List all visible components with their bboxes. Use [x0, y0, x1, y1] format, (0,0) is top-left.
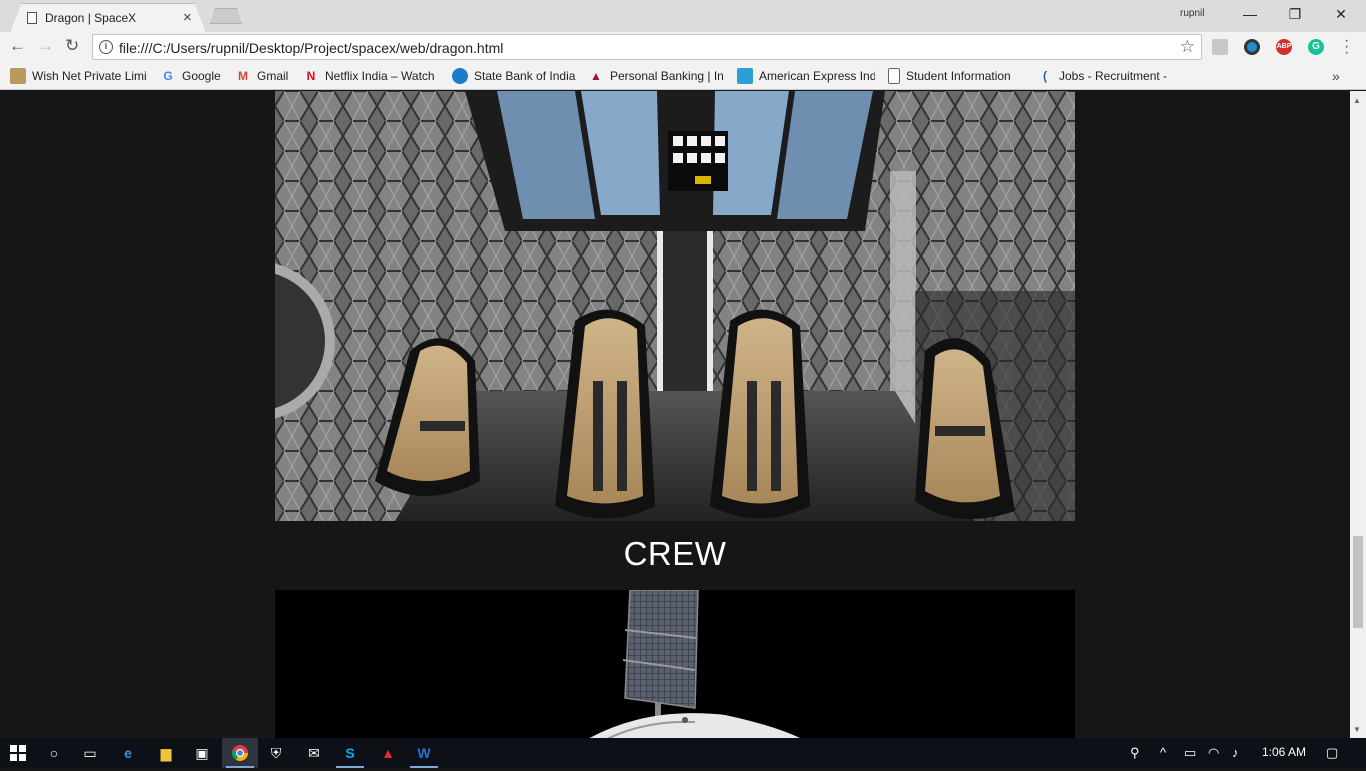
- windows-taskbar: ○ ▭ e ▆ ▣ ⛨ ✉ S ▲ W ⚲ ^ ▭ ◠ ♪ 1:06 AM ▢: [0, 738, 1366, 768]
- address-bar[interactable]: i file:///C:/Users/rupnil/Desktop/Projec…: [92, 34, 1202, 60]
- new-tab-button[interactable]: [210, 8, 242, 24]
- page-scrollbar[interactable]: ▲ ▼: [1350, 91, 1366, 738]
- chrome-menu-icon[interactable]: · · ·: [1344, 33, 1349, 61]
- tab-close-icon[interactable]: ×: [183, 9, 192, 26]
- page-icon: [27, 12, 37, 24]
- bookmark-student-info[interactable]: Student Information: [888, 68, 1026, 84]
- bookmark-google[interactable]: G Google: [160, 68, 226, 84]
- word-icon[interactable]: W: [406, 738, 442, 768]
- windows-start-icon[interactable]: [0, 738, 36, 768]
- cabin-illustration: [275, 91, 1075, 521]
- scroll-up-arrow-icon[interactable]: ▲: [1353, 96, 1361, 105]
- bookmarks-bar: Wish Net Private Limi G Google M Gmail N Ne…: [0, 62, 1366, 90]
- tab-dragon-spacex[interactable]: Dragon | SpaceX ×: [10, 3, 206, 32]
- action-center-icon[interactable]: ▢: [1326, 745, 1338, 761]
- acrobat-reader-icon[interactable]: ▲: [370, 738, 406, 768]
- wishnet-icon: [10, 68, 26, 84]
- dragon-spacecraft-image: [275, 590, 1075, 738]
- bookmark-gmail[interactable]: M Gmail: [235, 68, 293, 84]
- bookmark-wishnet[interactable]: Wish Net Private Limi: [10, 68, 148, 84]
- restore-button[interactable]: ❐: [1272, 4, 1318, 26]
- bookmark-star-icon[interactable]: ☆: [1180, 37, 1195, 57]
- chrome-taskbar-icon[interactable]: [222, 738, 258, 768]
- close-window-button[interactable]: ✕: [1318, 4, 1364, 26]
- axis-bank-icon: ▲: [590, 69, 602, 83]
- grammarly-icon[interactable]: G: [1308, 39, 1324, 55]
- profile-name[interactable]: rupnil: [1180, 8, 1204, 19]
- bookmark-netflix[interactable]: N Netflix India – Watch: [303, 68, 437, 84]
- spacecraft-illustration: [275, 590, 1075, 738]
- info-icon[interactable]: i: [99, 40, 113, 54]
- bookmark-amex[interactable]: American Express Ind: [737, 68, 875, 84]
- gmail-icon: M: [238, 69, 248, 83]
- reload-icon[interactable]: ↻: [65, 36, 79, 56]
- adblock-plus-icon[interactable]: ABP: [1276, 39, 1292, 55]
- minimize-button[interactable]: —: [1227, 4, 1273, 26]
- bookmark-sbi[interactable]: State Bank of India: [452, 68, 578, 84]
- more-bookmarks-icon[interactable]: »: [1332, 68, 1340, 84]
- defender-shield-icon[interactable]: ⛨: [258, 738, 294, 768]
- skype-icon[interactable]: S: [332, 738, 368, 768]
- task-view-icon[interactable]: ▭: [72, 738, 108, 768]
- browser-titlebar: Dragon | SpaceX × rupnil — ❐ ✕: [0, 0, 1366, 32]
- extension-page-icon[interactable]: [1212, 39, 1228, 55]
- extension-eye-icon[interactable]: [1244, 39, 1260, 55]
- wifi-icon[interactable]: ◠: [1208, 745, 1219, 761]
- volume-icon[interactable]: ♪: [1232, 745, 1239, 760]
- crew-heading: CREW: [623, 535, 727, 572]
- forward-arrow-icon[interactable]: →: [37, 36, 54, 56]
- sbi-icon: [452, 68, 468, 84]
- url-text[interactable]: file:///C:/Users/rupnil/Desktop/Project/…: [119, 40, 503, 56]
- tab-title: Dragon | SpaceX: [45, 11, 137, 25]
- mail-icon[interactable]: ✉: [296, 738, 332, 768]
- bookmark-jobs[interactable]: (Jobs - Recruitment -: [1037, 68, 1177, 84]
- scroll-down-arrow-icon[interactable]: ▼: [1353, 725, 1361, 734]
- netflix-icon: N: [306, 69, 316, 83]
- people-icon[interactable]: ⚲: [1130, 745, 1140, 761]
- battery-icon[interactable]: ▭: [1184, 745, 1196, 761]
- scrollbar-thumb[interactable]: [1353, 536, 1363, 628]
- taskbar-clock[interactable]: 1:06 AM: [1262, 745, 1306, 759]
- cortana-search-icon[interactable]: ○: [36, 738, 72, 768]
- amex-icon: [737, 68, 753, 84]
- file-explorer-icon[interactable]: ▆: [148, 738, 184, 768]
- edge-browser-icon[interactable]: e: [110, 738, 146, 768]
- store-icon[interactable]: ▣: [184, 738, 220, 768]
- google-icon: G: [163, 69, 173, 83]
- page-viewport: CREW: [0, 91, 1350, 738]
- browser-toolbar: ← → ↻ i file:///C:/Users/rupnil/Desktop/…: [0, 32, 1366, 62]
- bookmark-axis-bank[interactable]: ▲ Personal Banking | Int: [588, 68, 724, 84]
- page-icon: [888, 68, 900, 84]
- jobs-icon: (: [1043, 69, 1047, 83]
- back-arrow-icon[interactable]: ←: [9, 36, 26, 56]
- tray-chevron-icon[interactable]: ^: [1160, 745, 1166, 760]
- dragon-crew-cabin-image: [275, 91, 1075, 521]
